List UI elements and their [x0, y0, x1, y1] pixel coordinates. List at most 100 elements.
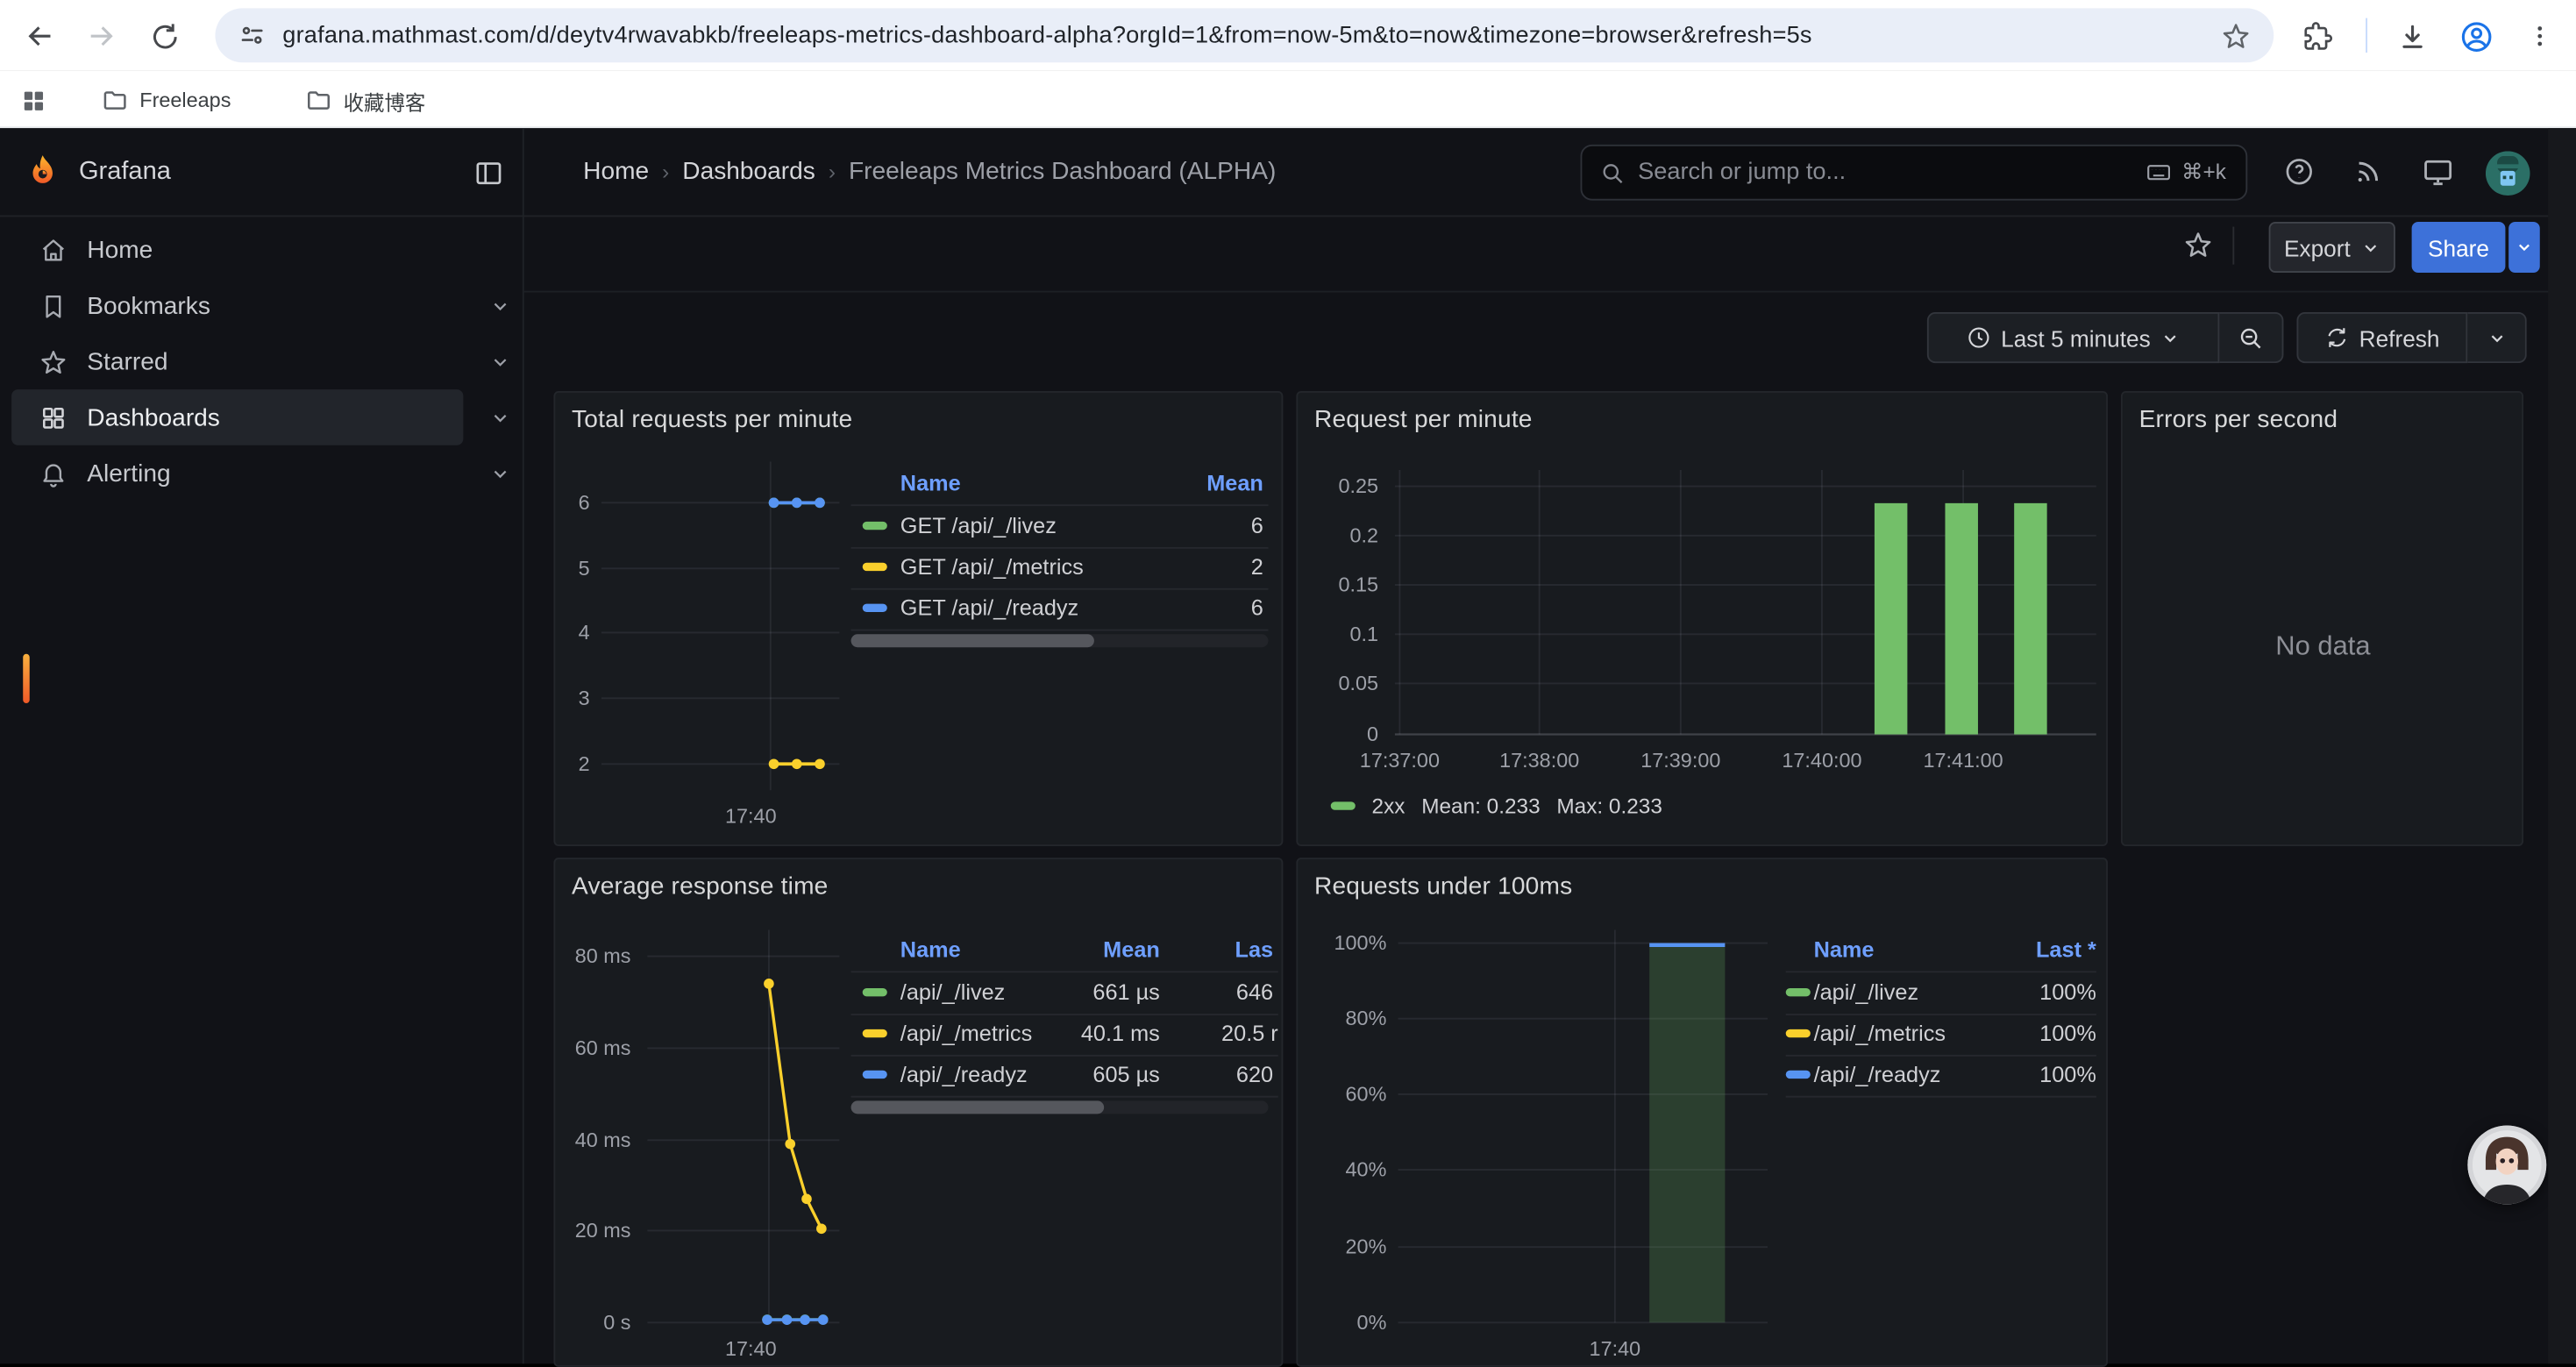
legend-name[interactable]: /api/_/livez — [1814, 980, 1919, 1005]
url-text[interactable]: grafana.mathmast.com/d/deytv4rwavabkb/fr… — [282, 22, 1811, 48]
series-color-pill[interactable] — [863, 1029, 887, 1037]
series-color-pill[interactable] — [863, 604, 887, 612]
share-button[interactable]: Share — [2412, 222, 2506, 273]
apps-grid-icon[interactable] — [19, 81, 47, 120]
url-bar[interactable]: grafana.mathmast.com/d/deytv4rwavabkb/fr… — [215, 8, 2274, 62]
news-rss-icon[interactable] — [2352, 156, 2384, 188]
time-range-picker[interactable]: Last 5 minutes — [1927, 312, 2220, 363]
legend-name[interactable]: GET /api/_/readyz — [900, 595, 1078, 620]
share-dropdown-button[interactable] — [2508, 222, 2539, 273]
back-icon[interactable] — [19, 17, 59, 56]
star-dashboard-icon[interactable] — [2183, 230, 2213, 260]
legend-inline: 2xx Mean: 0.233 Max: 0.233 — [1331, 794, 1662, 818]
bar-chart[interactable] — [1395, 470, 2096, 758]
timeseries-chart[interactable] — [647, 930, 839, 1333]
legend-scrollbar[interactable] — [851, 634, 1269, 647]
dock-menu-icon[interactable] — [473, 158, 505, 189]
extensions-icon[interactable] — [2298, 17, 2338, 56]
series-color-pill[interactable] — [863, 1071, 887, 1079]
kiosk-monitor-icon[interactable] — [2422, 156, 2454, 189]
refresh-button[interactable]: Refresh — [2296, 312, 2467, 363]
y-tick: 100% — [1334, 931, 1386, 954]
bar-chart[interactable] — [1398, 930, 1768, 1333]
sidebar-item-alerting[interactable]: Alerting — [11, 445, 463, 502]
legend-header-name[interactable]: Name — [900, 471, 961, 495]
legend-name[interactable]: /api/_/livez — [900, 980, 1006, 1005]
zoom-out-button[interactable] — [2219, 312, 2283, 363]
zoom-out-icon — [2238, 324, 2264, 351]
sidebar-item-home[interactable]: Home — [11, 222, 463, 278]
chevron-down-icon[interactable] — [489, 407, 510, 428]
panel-title[interactable]: Requests under 100ms — [1314, 872, 1572, 901]
x-tick: 17:40 — [725, 1337, 777, 1360]
legend-header-name[interactable]: Name — [900, 937, 961, 962]
y-tick: 20 ms — [575, 1219, 631, 1242]
x-tick: 17:41:00 — [1923, 749, 2003, 772]
legend-mean: 605 µs — [1092, 1062, 1159, 1086]
chevron-down-icon[interactable] — [489, 462, 510, 483]
legend-header-mean[interactable]: Mean — [1103, 937, 1160, 962]
profile-icon[interactable] — [2456, 17, 2495, 56]
legend-header-mean[interactable]: Mean — [1206, 471, 1263, 495]
star-icon — [39, 347, 68, 375]
legend-name[interactable]: GET /api/_/livez — [900, 514, 1057, 538]
panel-total-requests: Total requests per minute 6 5 4 3 2 17:4… — [553, 391, 1283, 846]
series-color-pill[interactable] — [1786, 1071, 1811, 1079]
export-button[interactable]: Export — [2269, 222, 2395, 273]
legend-last: 100% — [2039, 980, 2096, 1005]
legend-name[interactable]: /api/_/readyz — [900, 1062, 1028, 1086]
sidebar-item-dashboards[interactable]: Dashboards — [11, 389, 463, 445]
y-tick: 0% — [1357, 1311, 1387, 1334]
bookmark-star-icon[interactable] — [2221, 20, 2251, 50]
reload-icon[interactable] — [145, 17, 184, 56]
browser-menu-icon[interactable] — [2520, 17, 2559, 56]
bookmark-label[interactable]: Freeleaps — [139, 89, 231, 111]
help-icon[interactable] — [2283, 156, 2315, 188]
legend-name[interactable]: 2xx — [1372, 794, 1405, 818]
user-avatar[interactable] — [2486, 151, 2530, 196]
brand-label[interactable]: Grafana — [79, 158, 171, 188]
chevron-down-icon — [2515, 239, 2533, 257]
series-color-pill[interactable] — [1786, 1029, 1811, 1037]
series-color-pill[interactable] — [1331, 801, 1356, 809]
breadcrumb-home[interactable]: Home — [583, 158, 649, 186]
panel-title[interactable]: Errors per second — [2139, 406, 2338, 434]
breadcrumb-dashboards[interactable]: Dashboards — [682, 158, 815, 186]
legend-header-last[interactable]: Las — [1235, 937, 1274, 962]
download-icon[interactable] — [2392, 17, 2431, 56]
series-color-pill[interactable] — [863, 563, 887, 571]
legend-name[interactable]: /api/_/readyz — [1814, 1062, 1941, 1086]
legend-header-last[interactable]: Last * — [2036, 937, 2096, 962]
grafana-logo[interactable] — [23, 153, 62, 192]
site-settings-icon[interactable] — [238, 21, 267, 49]
chevron-down-icon[interactable] — [489, 295, 510, 316]
panel-title[interactable]: Request per minute — [1314, 406, 1533, 434]
legend-header-name[interactable]: Name — [1814, 937, 1875, 962]
series-color-pill[interactable] — [863, 522, 887, 530]
bookmark-folder-freeleaps[interactable]: Freeleaps — [102, 81, 231, 120]
panel-title[interactable]: Average response time — [572, 872, 828, 901]
bookmark-icon — [39, 292, 68, 320]
sidebar-border — [523, 128, 524, 1363]
sidebar-item-bookmarks[interactable]: Bookmarks — [11, 278, 463, 334]
sidebar-item-starred[interactable]: Starred — [11, 333, 463, 389]
refresh-interval-dropdown[interactable] — [2467, 312, 2526, 363]
page-scrollbar[interactable] — [2548, 128, 2576, 1363]
y-tick: 20% — [1346, 1235, 1387, 1258]
forward-icon[interactable] — [82, 17, 122, 56]
bookmark-label[interactable]: 收藏博客 — [344, 84, 426, 116]
legend-name[interactable]: /api/_/metrics — [1814, 1022, 1946, 1046]
chevron-down-icon[interactable] — [489, 351, 510, 372]
assistant-avatar[interactable] — [2467, 1125, 2546, 1204]
bookmark-folder-blogs[interactable]: 收藏博客 — [306, 81, 426, 120]
legend-name[interactable]: GET /api/_/metrics — [900, 554, 1084, 579]
legend-name[interactable]: /api/_/metrics — [900, 1022, 1032, 1046]
y-tick: 40 ms — [575, 1128, 631, 1151]
series-color-pill[interactable] — [1786, 988, 1811, 996]
timeseries-chart[interactable] — [601, 462, 840, 799]
y-tick: 60 ms — [575, 1036, 631, 1059]
panel-title[interactable]: Total requests per minute — [572, 406, 852, 434]
search-input[interactable]: Search or jump to... ⌘+k — [1581, 145, 2248, 201]
series-color-pill[interactable] — [863, 988, 887, 996]
legend-scrollbar[interactable] — [851, 1100, 1269, 1114]
